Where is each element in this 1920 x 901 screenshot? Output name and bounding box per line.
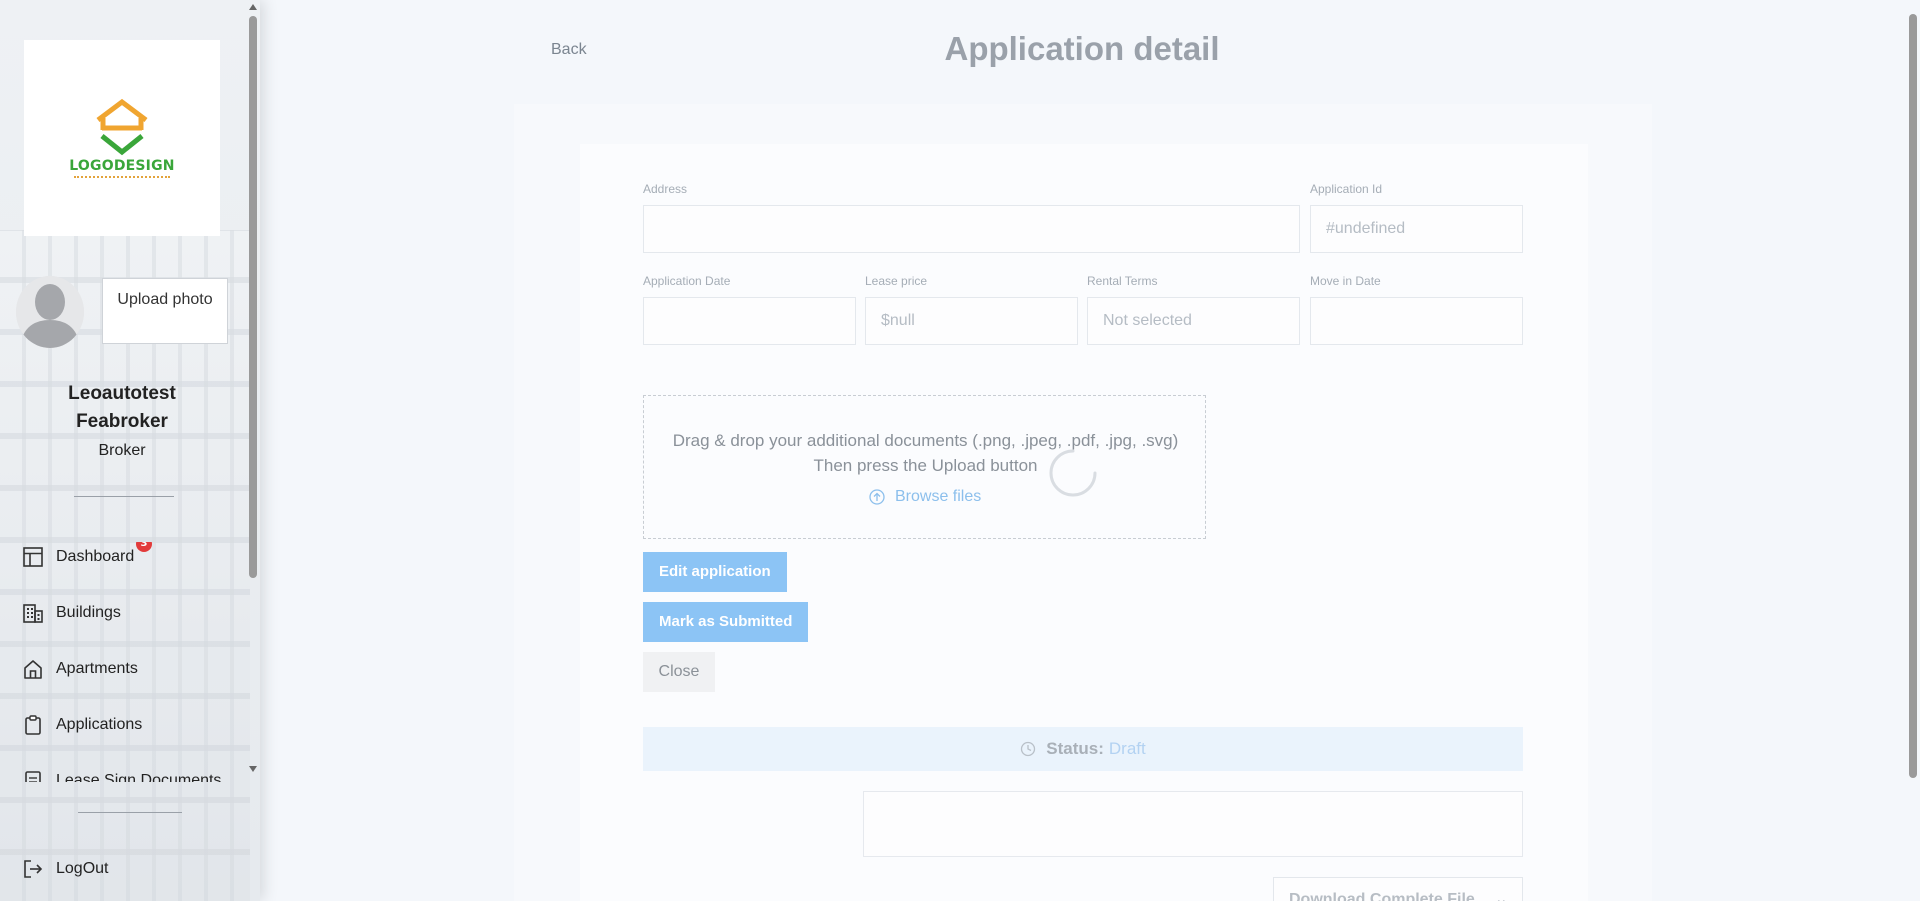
- status-label: Status:: [1046, 739, 1104, 758]
- application-id-label: Application Id: [1310, 182, 1383, 196]
- dropzone-line-1: Drag & drop your additional documents (.…: [672, 431, 1179, 450]
- home-icon: [24, 660, 42, 679]
- user-name: Leoautotest Feabroker: [68, 383, 176, 432]
- scroll-down-icon[interactable]: [249, 766, 257, 772]
- sidebar-item-applications[interactable]: Applications: [22, 710, 242, 740]
- page-scrollbar[interactable]: [1906, 0, 1920, 901]
- mark-as-submitted-button[interactable]: Mark as Submitted: [643, 602, 809, 642]
- back-link[interactable]: Back: [551, 41, 587, 59]
- chevron-down-icon: ⌄: [1494, 891, 1508, 901]
- sidebar-item-label: Buildings: [56, 604, 121, 621]
- empty-content-box: [863, 791, 1523, 857]
- sidebar-item-buildings[interactable]: Buildings: [22, 598, 242, 628]
- dashboard-icon: [23, 547, 43, 567]
- loading-spinner-icon: [1049, 449, 1097, 497]
- scroll-up-icon[interactable]: [249, 4, 257, 10]
- sidebar-item-label: Applications: [56, 716, 143, 733]
- sidebar-scrollbar[interactable]: [246, 0, 260, 780]
- scrollbar-thumb[interactable]: [249, 16, 257, 578]
- logout-button[interactable]: LogOut: [22, 858, 108, 880]
- status-bar: Status: Draft: [643, 727, 1523, 771]
- move-in-date-label: Move in Date: [1310, 274, 1381, 288]
- rental-terms-label: Rental Terms: [1087, 274, 1158, 288]
- dropzone-line-2: Then press the Upload button: [813, 456, 1038, 475]
- avatar: [16, 276, 84, 348]
- sidebar-divider: [78, 812, 182, 813]
- document-icon: [25, 771, 41, 782]
- logo-slogan: [74, 176, 170, 179]
- scrollbar-thumb[interactable]: [1909, 14, 1917, 778]
- download-complete-file-dropdown[interactable]: Download Complete File ⌄: [1273, 877, 1523, 901]
- browse-files-button[interactable]: Browse files: [869, 488, 981, 506]
- application-id-field[interactable]: #undefined: [1310, 205, 1523, 253]
- buildings-icon: [23, 604, 43, 623]
- sidebar-nav: Dashboard 3 Buildings Apartments Applica…: [22, 542, 242, 782]
- address-label: Address: [643, 182, 688, 196]
- sidebar-divider: [74, 496, 174, 497]
- logo-mark-icon: [96, 98, 148, 156]
- logout-label: LogOut: [56, 860, 109, 877]
- company-logo: LOGODESIGN: [24, 40, 220, 236]
- rental-terms-select[interactable]: Not selected: [1087, 297, 1300, 345]
- address-field[interactable]: [643, 205, 1300, 253]
- upload-photo-button[interactable]: Upload photo: [102, 278, 228, 344]
- application-date-label: Application Date: [643, 274, 731, 288]
- user-silhouette-icon: [16, 276, 84, 348]
- clock-icon: [1021, 741, 1036, 757]
- logo-text: LOGODESIGN: [69, 158, 175, 174]
- logout-icon: [24, 860, 43, 878]
- status-badge: Draft: [1108, 739, 1146, 758]
- dropzone-instructions: Drag & drop your additional documents (.…: [644, 428, 1207, 478]
- sidebar-item-dashboard[interactable]: Dashboard 3: [22, 542, 242, 572]
- sidebar-item-label: Apartments: [56, 660, 138, 677]
- sidebar-item-lease-sign-documents[interactable]: Lease Sign Documents: [22, 766, 242, 782]
- cloud-upload-icon: [869, 489, 885, 505]
- browse-files-label: Browse files: [895, 488, 982, 505]
- edit-application-button[interactable]: Edit application: [643, 552, 787, 592]
- user-role: Broker: [98, 442, 146, 459]
- close-button[interactable]: Close: [643, 652, 715, 692]
- clipboard-icon: [25, 715, 41, 735]
- sidebar-item-apartments[interactable]: Apartments: [22, 654, 242, 684]
- lease-price-field[interactable]: $null: [865, 297, 1078, 345]
- page-title: Application detail: [944, 30, 1220, 67]
- lease-price-label: Lease price: [865, 274, 928, 288]
- download-label: Download Complete File: [1289, 891, 1475, 901]
- application-date-field[interactable]: [643, 297, 856, 345]
- notification-badge: 3: [136, 542, 152, 552]
- file-dropzone[interactable]: Drag & drop your additional documents (.…: [643, 395, 1206, 539]
- sidebar-item-label: Lease Sign Documents: [56, 772, 222, 782]
- move-in-date-field[interactable]: [1310, 297, 1523, 345]
- sidebar-item-label: Dashboard: [56, 548, 135, 565]
- sidebar: LOGODESIGN Upload photo Leoautotest Feab…: [0, 0, 260, 901]
